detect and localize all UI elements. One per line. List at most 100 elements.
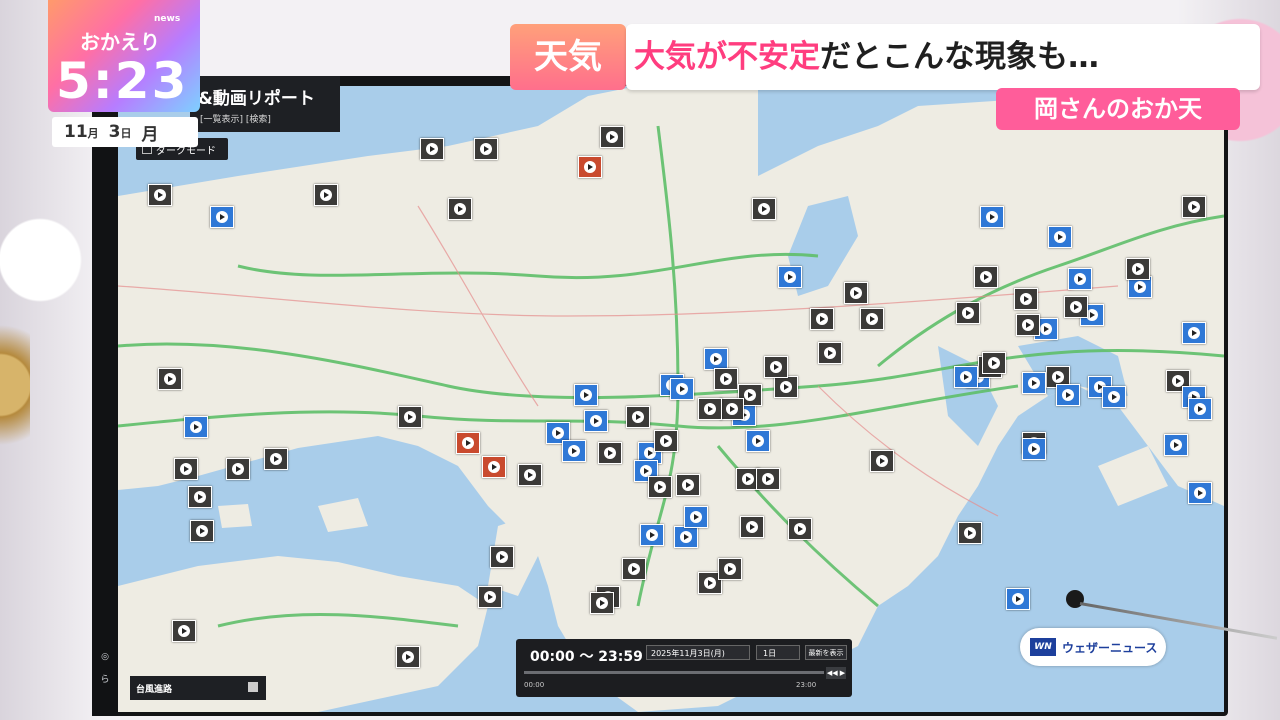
video-report-marker[interactable]	[448, 198, 472, 220]
video-report-marker[interactable]	[456, 432, 480, 454]
headline-category-tag: 天気	[510, 24, 626, 90]
video-report-marker[interactable]	[174, 458, 198, 480]
video-report-marker[interactable]	[420, 138, 444, 160]
video-report-marker[interactable]	[982, 352, 1006, 374]
days-select[interactable]: 1日	[756, 645, 800, 660]
video-report-marker[interactable]	[718, 558, 742, 580]
video-report-marker[interactable]	[314, 184, 338, 206]
play-icon	[752, 435, 764, 447]
video-report-marker[interactable]	[518, 464, 542, 486]
video-report-marker[interactable]	[1064, 296, 1088, 318]
video-report-marker[interactable]	[590, 592, 614, 614]
video-report-marker[interactable]	[578, 156, 602, 178]
video-report-marker[interactable]	[740, 516, 764, 538]
video-report-marker[interactable]	[1164, 434, 1188, 456]
video-report-marker[interactable]	[478, 586, 502, 608]
app-subtitle-links[interactable]: [一覧表示] [検索]	[200, 112, 271, 125]
video-report-marker[interactable]	[640, 524, 664, 546]
video-report-marker[interactable]	[1102, 386, 1126, 408]
video-report-marker[interactable]	[1068, 268, 1092, 290]
play-icon	[724, 563, 736, 575]
video-report-marker[interactable]	[490, 546, 514, 568]
video-report-marker[interactable]	[1182, 322, 1206, 344]
video-report-marker[interactable]	[184, 416, 208, 438]
play-icon	[154, 189, 166, 201]
video-report-marker[interactable]	[698, 398, 722, 420]
video-report-marker[interactable]	[1006, 588, 1030, 610]
video-report-marker[interactable]	[474, 138, 498, 160]
video-report-marker[interactable]	[818, 342, 842, 364]
video-report-marker[interactable]	[1014, 288, 1038, 310]
play-icon	[1134, 281, 1146, 293]
date-picker[interactable]: 2025年11月3日(月)	[646, 645, 750, 660]
video-report-marker[interactable]	[190, 520, 214, 542]
video-report-marker[interactable]	[600, 126, 624, 148]
app-title-panel: &動画リポート [一覧表示] [検索]	[190, 76, 340, 132]
video-report-marker[interactable]	[1016, 314, 1040, 336]
video-report-marker[interactable]	[810, 308, 834, 330]
play-icon	[568, 445, 580, 457]
video-report-marker[interactable]	[860, 308, 884, 330]
video-report-marker[interactable]	[974, 266, 998, 288]
video-report-marker[interactable]	[562, 440, 586, 462]
video-report-marker[interactable]	[148, 184, 172, 206]
video-report-marker[interactable]	[1182, 196, 1206, 218]
toggle-switch-icon[interactable]	[248, 682, 258, 692]
video-report-marker[interactable]	[954, 366, 978, 388]
video-report-marker[interactable]	[172, 620, 196, 642]
playback-nav-button[interactable]: ◀◀ ▶	[826, 667, 846, 679]
play-icon	[784, 271, 796, 283]
play-icon	[552, 427, 564, 439]
video-report-marker[interactable]	[648, 476, 672, 498]
video-report-marker[interactable]	[676, 474, 700, 496]
video-report-marker[interactable]	[958, 522, 982, 544]
video-report-marker[interactable]	[704, 348, 728, 370]
show-latest-button[interactable]: 最新を表示	[805, 645, 847, 660]
rail-settings-icon[interactable]: ◎	[96, 652, 114, 662]
video-report-marker[interactable]	[1022, 438, 1046, 460]
video-report-marker[interactable]	[684, 506, 708, 528]
video-report-marker[interactable]	[1056, 384, 1080, 406]
video-report-marker[interactable]	[398, 406, 422, 428]
video-report-marker[interactable]	[626, 406, 650, 428]
video-report-marker[interactable]	[1126, 258, 1150, 280]
video-report-marker[interactable]	[622, 558, 646, 580]
video-report-marker[interactable]	[226, 458, 250, 480]
video-report-marker[interactable]	[1188, 482, 1212, 504]
video-report-marker[interactable]	[574, 384, 598, 406]
video-report-marker[interactable]	[714, 368, 738, 390]
video-report-marker[interactable]	[788, 518, 812, 540]
time-slider[interactable]	[524, 671, 824, 674]
video-report-marker[interactable]	[870, 450, 894, 472]
video-report-marker[interactable]	[396, 646, 420, 668]
video-report-marker[interactable]	[844, 282, 868, 304]
video-report-marker[interactable]	[778, 266, 802, 288]
weather-map[interactable]	[118, 86, 1224, 712]
video-report-marker[interactable]	[1048, 226, 1072, 248]
video-report-marker[interactable]	[482, 456, 506, 478]
typhoon-track-toggle[interactable]: 台風進路	[130, 676, 266, 700]
video-report-marker[interactable]	[980, 206, 1004, 228]
video-report-marker[interactable]	[210, 206, 234, 228]
video-report-marker[interactable]	[1188, 398, 1212, 420]
video-report-marker[interactable]	[752, 198, 776, 220]
play-icon	[690, 511, 702, 523]
video-report-marker[interactable]	[654, 430, 678, 452]
video-report-marker[interactable]	[720, 398, 744, 420]
video-report-marker[interactable]	[674, 526, 698, 548]
video-report-marker[interactable]	[264, 448, 288, 470]
date-weekday: 月	[141, 124, 159, 145]
video-report-marker[interactable]	[598, 442, 622, 464]
video-report-marker[interactable]	[670, 378, 694, 400]
video-report-marker[interactable]	[1022, 372, 1046, 394]
video-report-marker[interactable]	[188, 486, 212, 508]
video-report-marker[interactable]	[764, 356, 788, 378]
play-icon	[960, 371, 972, 383]
video-report-marker[interactable]	[584, 410, 608, 432]
video-report-marker[interactable]	[774, 376, 798, 398]
video-report-marker[interactable]	[956, 302, 980, 324]
video-report-marker[interactable]	[756, 468, 780, 490]
video-report-marker[interactable]	[746, 430, 770, 452]
video-report-marker[interactable]	[158, 368, 182, 390]
slider-start-label: 00:00	[524, 681, 545, 689]
